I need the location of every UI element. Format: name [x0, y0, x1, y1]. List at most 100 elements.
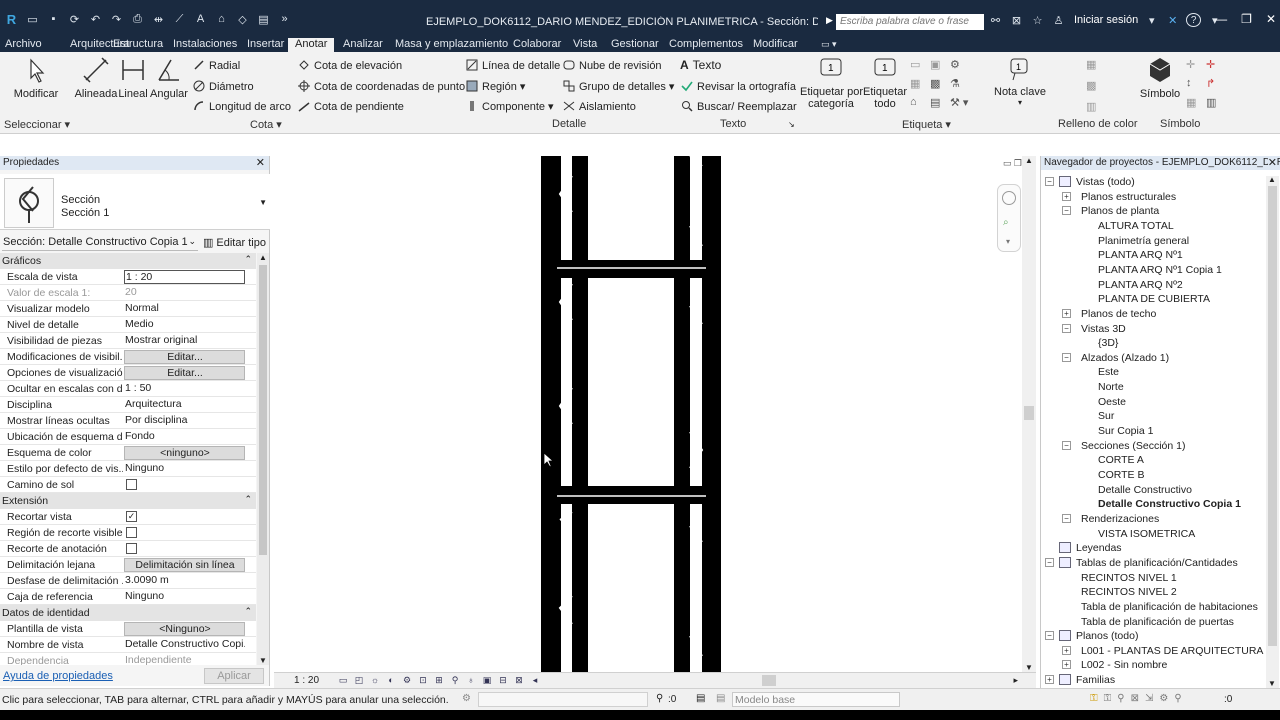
- collapse-icon[interactable]: ⌃: [244, 254, 252, 265]
- crop-view-icon[interactable]: ⊡: [416, 674, 430, 686]
- collapse-icon[interactable]: −: [1045, 631, 1054, 641]
- horizontal-scroll-thumb[interactable]: [762, 675, 776, 686]
- arc-length-button[interactable]: Longitud de arco: [193, 100, 291, 113]
- select-by-face-icon[interactable]: ⊠: [1131, 693, 1139, 704]
- scroll-down-icon[interactable]: ▼: [1268, 679, 1276, 688]
- switch-windows-icon[interactable]: ▤: [256, 12, 271, 26]
- binoculars-icon[interactable]: ⚯: [988, 13, 1003, 27]
- property-value[interactable]: Normal: [124, 302, 245, 316]
- tab-masa[interactable]: Masa y emplazamiento: [388, 38, 515, 52]
- component-button[interactable]: Componente ▾: [466, 100, 554, 113]
- tag-group-label[interactable]: Etiqueta ▾: [902, 118, 951, 131]
- property-section-header[interactable]: Extensión ⌃: [0, 493, 256, 509]
- collapse-icon[interactable]: ⌃: [244, 494, 252, 505]
- dropdown-arrow-icon[interactable]: ▾: [1144, 13, 1159, 27]
- editing-requests-icon[interactable]: ⚲: [656, 693, 663, 704]
- browser-node[interactable]: Norte: [1098, 380, 1124, 394]
- scroll-thumb[interactable]: [259, 265, 267, 555]
- tab-archivo[interactable]: Archivo: [0, 38, 49, 52]
- scroll-left-icon[interactable]: ◂: [528, 674, 542, 686]
- tab-modificar[interactable]: Modificar: [746, 38, 805, 52]
- fabric-reinforcement-icon[interactable]: ↱: [1206, 77, 1222, 90]
- spot-coordinate-button[interactable]: Cota de coordenadas de punto: [298, 80, 465, 93]
- analytical-model-icon[interactable]: ⊟: [496, 674, 510, 686]
- property-edit-button[interactable]: Editar...: [124, 366, 245, 380]
- detail-line-button[interactable]: Línea de detalle: [466, 59, 560, 72]
- browser-node[interactable]: Sur: [1098, 409, 1114, 423]
- tag-by-category-button[interactable]: 1 Etiquetar por categoría: [800, 56, 863, 110]
- expand-icon[interactable]: +: [1062, 660, 1071, 670]
- path-reinforcement-icon[interactable]: ↕: [1186, 77, 1202, 90]
- browser-node[interactable]: CORTE A: [1098, 453, 1144, 467]
- temp-hide-icon[interactable]: ⚲: [448, 674, 462, 686]
- find-replace-button[interactable]: Buscar/ Reemplazar: [681, 100, 797, 113]
- browser-node[interactable]: Tablas de planificación/Cantidades: [1076, 556, 1238, 570]
- browser-node[interactable]: Detalle Constructivo Copia 1: [1098, 497, 1241, 511]
- property-checkbox[interactable]: [126, 479, 137, 490]
- render-icon[interactable]: ⚙: [400, 674, 414, 686]
- area-reinforcement-icon[interactable]: ✛: [1206, 58, 1222, 71]
- browser-node[interactable]: L001 - PLANTAS DE ARQUITECTURA: [1081, 644, 1263, 658]
- revision-cloud-button[interactable]: Nube de revisión: [563, 59, 662, 72]
- background-process-icon[interactable]: ⚙: [1159, 693, 1168, 704]
- tab-anotar[interactable]: Anotar: [288, 38, 335, 53]
- browser-node[interactable]: Leyendas: [1076, 541, 1122, 555]
- browser-node[interactable]: Alzados (Alzado 1): [1081, 351, 1169, 365]
- collapse-icon[interactable]: −: [1045, 557, 1054, 567]
- nav-menu-icon[interactable]: ▾: [1006, 237, 1010, 246]
- stair-tag-icon[interactable]: ▤: [930, 96, 946, 109]
- collapse-icon[interactable]: −: [1062, 206, 1071, 216]
- collapse-icon[interactable]: −: [1062, 323, 1071, 333]
- browser-node[interactable]: ALTURA TOTAL: [1098, 219, 1174, 233]
- measure-icon[interactable]: ⇹: [151, 12, 166, 26]
- panel-toggle-icon[interactable]: ▭ ▾: [814, 38, 844, 52]
- collapse-icon[interactable]: −: [1045, 177, 1054, 186]
- properties-help-link[interactable]: Ayuda de propiedades: [3, 670, 113, 682]
- select-links-icon[interactable]: ⚿: [1090, 693, 1098, 704]
- text-button[interactable]: A Texto: [680, 58, 721, 72]
- spot-elevation-button[interactable]: Cota de elevación: [298, 59, 402, 72]
- browser-node[interactable]: L002 - Sin nombre: [1081, 658, 1167, 672]
- user-icon[interactable]: ♙: [1051, 13, 1066, 27]
- view-scale[interactable]: 1 : 20: [294, 675, 319, 686]
- browser-node[interactable]: Planos de techo: [1081, 307, 1156, 321]
- tab-estructura[interactable]: Estructura: [106, 38, 170, 52]
- browser-node[interactable]: PLANTA ARQ Nº1: [1098, 248, 1183, 262]
- property-value[interactable]: Medio: [124, 318, 245, 332]
- expand-icon[interactable]: +: [1062, 645, 1071, 655]
- tab-analizar[interactable]: Analizar: [336, 38, 390, 52]
- property-section-header[interactable]: Datos de identidad ⌃: [0, 605, 256, 621]
- multi-category-icon[interactable]: ▣: [930, 58, 946, 71]
- browser-node[interactable]: Este: [1098, 365, 1119, 379]
- tab-vista[interactable]: Vista: [566, 38, 604, 52]
- view-restore-icon[interactable]: ❐: [1014, 158, 1022, 168]
- property-value[interactable]: Detalle Constructivo Copi...: [124, 638, 245, 652]
- aligned-dimension-icon[interactable]: ⟋: [172, 12, 187, 26]
- tab-colaborar[interactable]: Colaborar: [506, 38, 568, 52]
- properties-scrollbar[interactable]: ▲ ▼: [257, 253, 269, 665]
- open-icon[interactable]: ▭: [25, 12, 40, 26]
- sun-path-icon[interactable]: ☼: [368, 674, 382, 686]
- select-group-label[interactable]: Seleccionar ▾: [4, 118, 70, 131]
- browser-node[interactable]: CORTE B: [1098, 468, 1144, 482]
- browser-node[interactable]: Planimetría general: [1098, 234, 1189, 248]
- tread-number-icon[interactable]: ⚒ ▾: [950, 96, 968, 109]
- undo-icon[interactable]: ↶: [88, 12, 103, 26]
- reveal-hidden-icon[interactable]: ♁: [464, 674, 478, 686]
- browser-node[interactable]: Tabla de planificación de habitaciones: [1081, 600, 1258, 614]
- browser-node[interactable]: PLANTA ARQ Nº2: [1098, 278, 1183, 292]
- temp-view-props-icon[interactable]: ▣: [480, 674, 494, 686]
- check-spelling-button[interactable]: Revisar la ortografía: [681, 80, 796, 93]
- beam-system-icon[interactable]: ▦: [1186, 96, 1202, 109]
- property-value[interactable]: Ninguno: [124, 462, 245, 476]
- tab-complementos[interactable]: Complementos: [662, 38, 750, 52]
- collapse-icon[interactable]: ⌃: [244, 606, 252, 617]
- keynote-button[interactable]: 1 Nota clave ▾: [994, 56, 1046, 107]
- browser-node[interactable]: Planos de planta: [1081, 204, 1159, 218]
- browser-node[interactable]: Familias: [1076, 673, 1115, 687]
- redo-icon[interactable]: ↷: [109, 12, 124, 26]
- property-value[interactable]: Mostrar original: [124, 334, 245, 348]
- browser-node[interactable]: Planos (todo): [1076, 629, 1138, 643]
- visual-style-icon[interactable]: ◰: [352, 674, 366, 686]
- color-fill-legend-icon[interactable]: ▦: [1086, 58, 1096, 71]
